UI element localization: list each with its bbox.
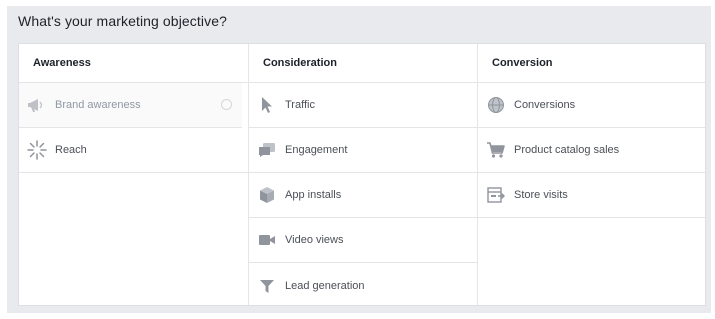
objective-label: Product catalog sales bbox=[514, 144, 620, 156]
objective-store-visits[interactable]: Store visits bbox=[478, 173, 705, 218]
megaphone-icon bbox=[27, 95, 47, 115]
objective-label: Lead generation bbox=[285, 279, 365, 292]
column-awareness: Awareness Brand awareness Reach bbox=[19, 44, 248, 305]
column-heading-consideration: Consideration bbox=[249, 44, 477, 83]
globe-icon bbox=[486, 95, 506, 115]
objective-lead-generation[interactable]: Lead generation bbox=[249, 263, 477, 308]
panel-title: What's your marketing objective? bbox=[18, 13, 227, 29]
objective-label: Video views bbox=[285, 234, 344, 246]
objective-label: Engagement bbox=[285, 144, 348, 156]
cube-icon bbox=[257, 185, 277, 205]
burst-icon bbox=[27, 140, 47, 160]
store-icon bbox=[486, 185, 506, 205]
column-conversion: Conversion Conversions Product catalog s… bbox=[477, 44, 705, 305]
objective-engagement[interactable]: Engagement bbox=[249, 128, 477, 173]
objective-grid: Awareness Brand awareness Reach Consider… bbox=[18, 43, 706, 306]
column-consideration: Consideration Traffic Engagement App ins… bbox=[248, 44, 477, 305]
funnel-icon bbox=[257, 276, 277, 296]
objective-video-views[interactable]: Video views bbox=[249, 218, 477, 263]
objective-label: Store visits bbox=[514, 189, 568, 201]
objective-label: App installs bbox=[285, 189, 342, 201]
objective-product-catalog-sales[interactable]: Product catalog sales bbox=[478, 128, 705, 173]
objective-label: Reach bbox=[55, 144, 87, 156]
objective-reach[interactable]: Reach bbox=[19, 128, 248, 173]
video-camera-icon bbox=[257, 230, 277, 250]
objective-brand-awareness[interactable]: Brand awareness bbox=[19, 83, 242, 128]
shopping-cart-icon bbox=[486, 140, 506, 160]
cursor-icon bbox=[257, 95, 277, 115]
column-heading-awareness: Awareness bbox=[19, 44, 248, 83]
objective-traffic[interactable]: Traffic bbox=[249, 83, 477, 128]
chat-bubbles-icon bbox=[257, 140, 277, 160]
objective-label: Brand awareness bbox=[55, 99, 141, 111]
objective-conversions[interactable]: Conversions bbox=[478, 83, 705, 128]
info-icon[interactable] bbox=[221, 99, 232, 110]
objective-app-installs[interactable]: App installs bbox=[249, 173, 477, 218]
objective-panel: What's your marketing objective? Awarene… bbox=[7, 6, 711, 313]
objective-label: Conversions bbox=[514, 99, 576, 111]
column-heading-conversion: Conversion bbox=[478, 44, 705, 83]
objective-label: Traffic bbox=[285, 99, 315, 111]
